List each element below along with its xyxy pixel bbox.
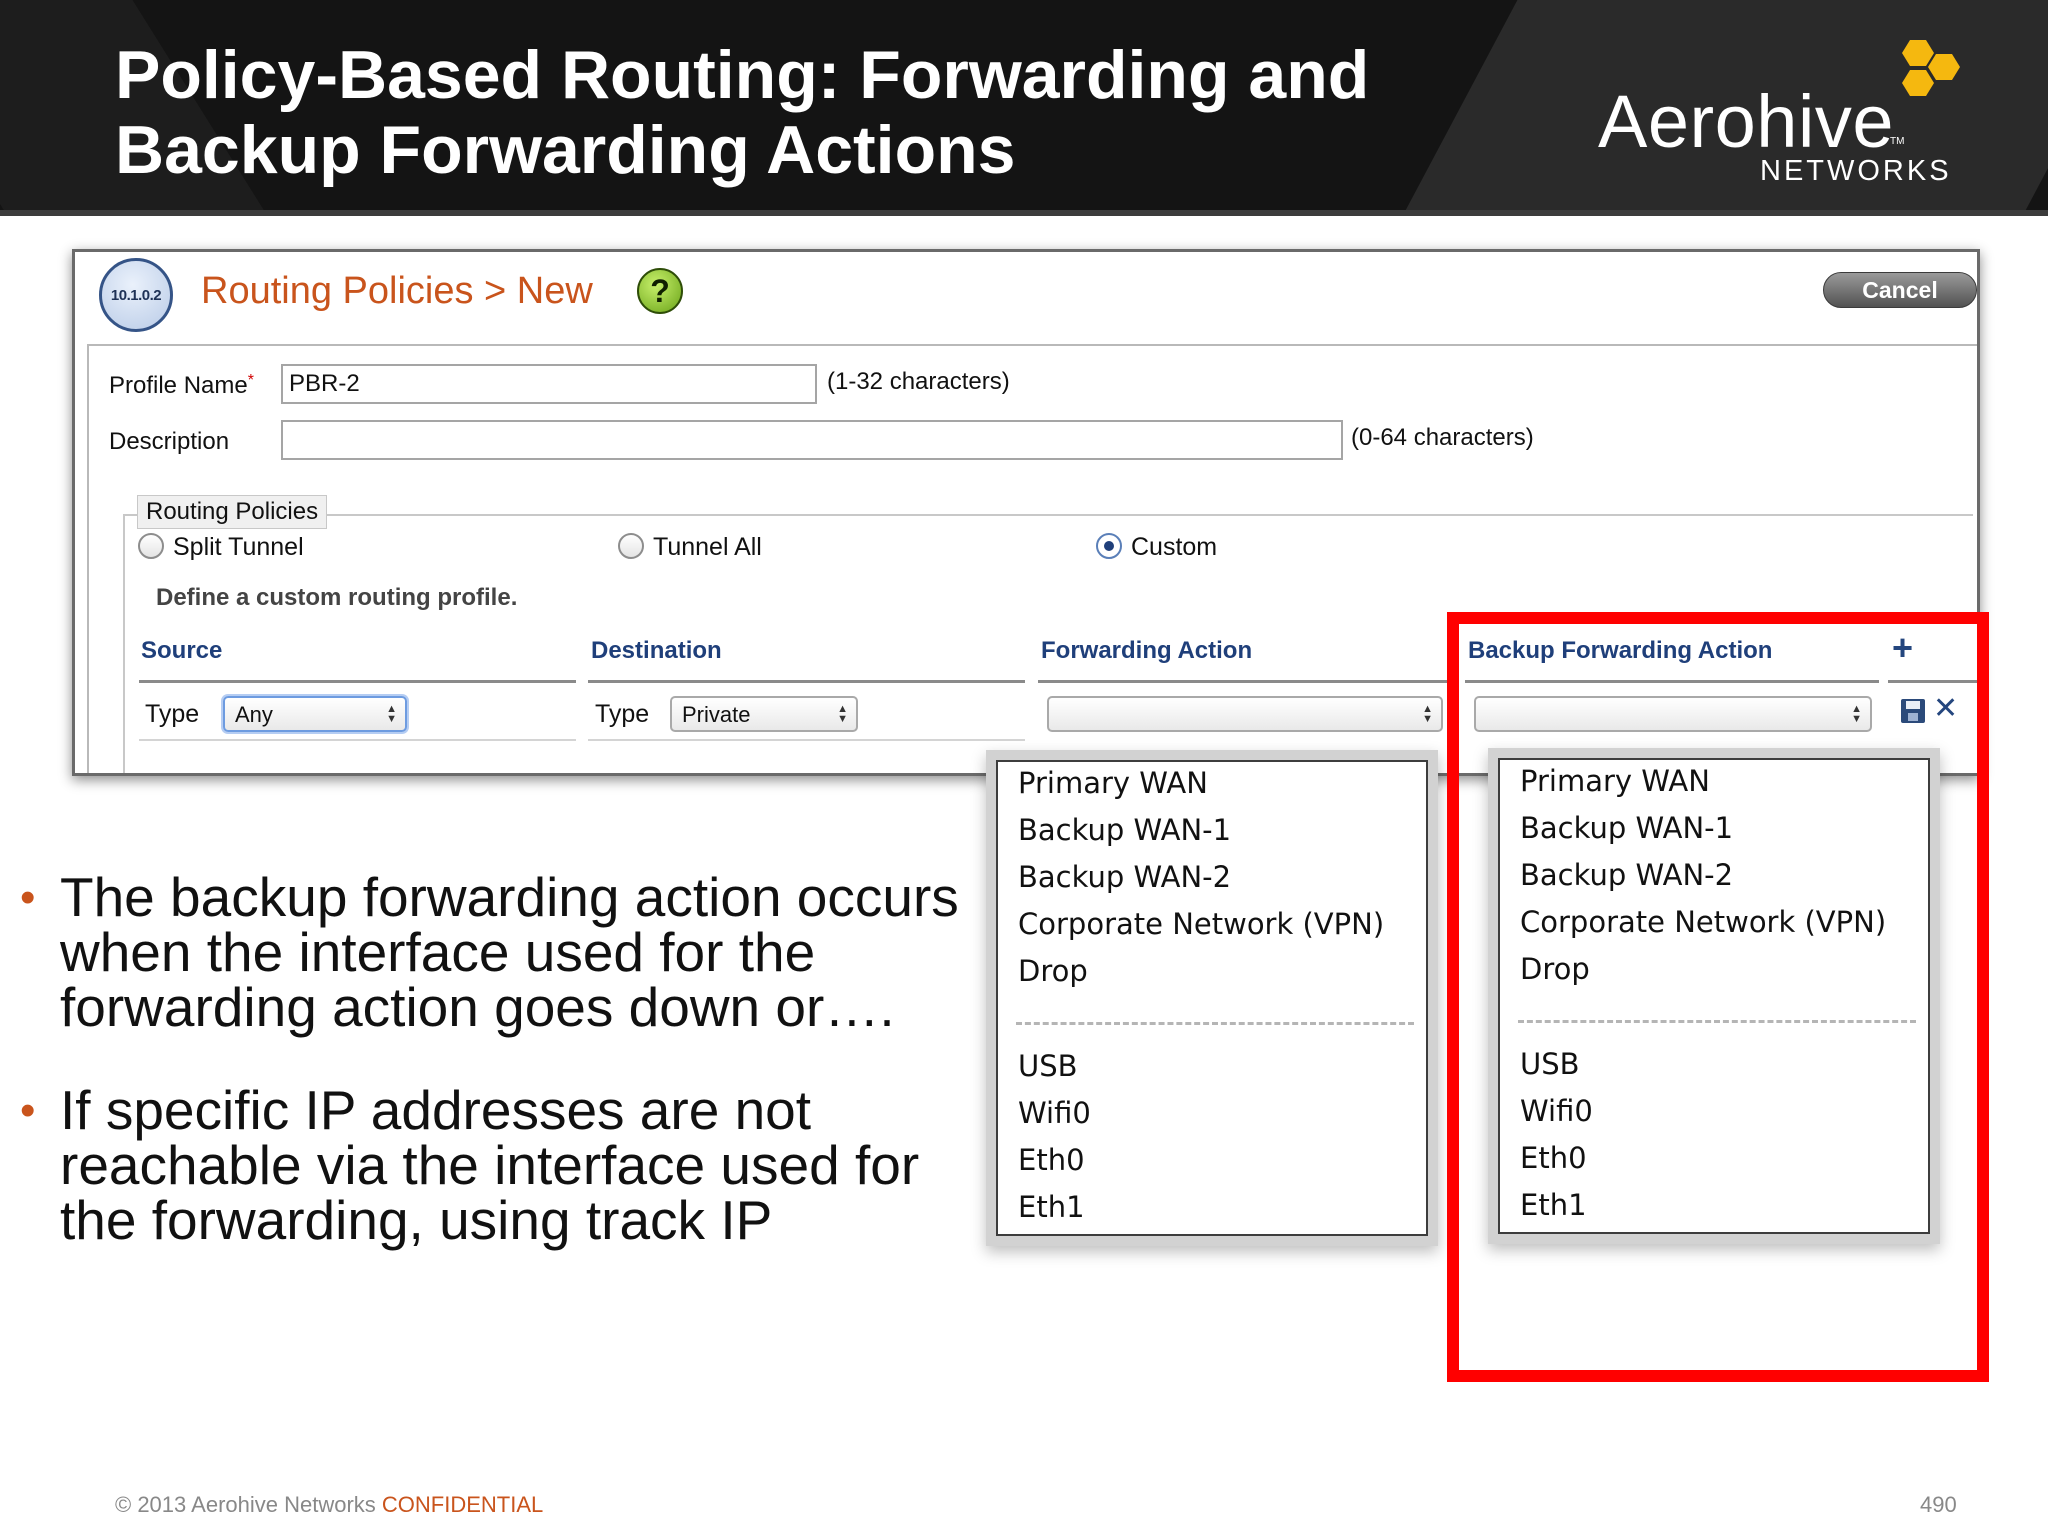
fieldset-border-left <box>123 514 125 773</box>
select-arrows-icon: ▲ ▼ <box>837 703 848 725</box>
page-number: 490 <box>1920 1492 1957 1517</box>
dropdown-separator <box>1016 1022 1414 1025</box>
required-marker: * <box>247 372 254 389</box>
fieldset-border-top <box>123 514 1973 516</box>
profile-name-input[interactable] <box>281 364 817 404</box>
dialog-title: Routing Policies > New <box>201 270 593 312</box>
column-header-forwarding-action: Forwarding Action <box>1041 637 1253 664</box>
row-divider-destination <box>588 739 1025 741</box>
bullet-item: • If specific IP addresses are not reacha… <box>20 1079 920 1251</box>
routing-policies-legend: Routing Policies <box>137 495 328 529</box>
honeycomb-logo-icon <box>1902 40 1960 96</box>
dropdown-option[interactable]: Backup WAN-1 <box>1018 813 1231 847</box>
source-type-label: Type <box>145 700 200 728</box>
description-hint: (0-64 characters) <box>1351 424 1534 451</box>
bullet-item: • The backup forwarding action occurs whe… <box>20 866 959 1038</box>
cancel-button[interactable]: Cancel <box>1823 272 1977 308</box>
column-header-destination: Destination <box>591 637 722 664</box>
column-header-source: Source <box>141 637 223 664</box>
radio-tunnel-all-label[interactable]: Tunnel All <box>653 533 762 562</box>
destination-type-select[interactable]: Private ▲ ▼ <box>670 696 858 732</box>
profile-name-hint: (1-32 characters) <box>827 368 1010 395</box>
header-bottom-edge <box>0 210 2048 216</box>
slide-header: Policy-Based Routing: Forwarding and Bac… <box>0 0 2048 216</box>
aerohive-logo: Aerohive TM NETWORKS <box>1598 40 1978 190</box>
bullet-dot-icon: • <box>20 1086 36 1135</box>
column-divider-forwarding <box>1038 680 1456 683</box>
backup-action-highlight-box <box>1447 612 1989 1382</box>
row-divider-source <box>139 739 576 741</box>
dropdown-option[interactable]: Eth0 <box>1018 1143 1085 1177</box>
dropdown-option[interactable]: Wifi0 <box>1018 1096 1091 1130</box>
slide-title: Policy-Based Routing: Forwarding and Bac… <box>115 38 1445 188</box>
profile-name-label: Profile Name* <box>109 372 254 399</box>
forwarding-action-dropdown[interactable]: Primary WAN Backup WAN-1 Backup WAN-2 Co… <box>996 760 1428 1236</box>
bullet-dot-icon: • <box>20 873 36 922</box>
copyright-text: © 2013 Aerohive Networks <box>115 1492 382 1517</box>
confidential-label: CONFIDENTIAL <box>381 1492 544 1517</box>
dropdown-option[interactable]: Backup WAN-2 <box>1018 860 1231 894</box>
custom-profile-hint: Define a custom routing profile. <box>156 584 518 611</box>
select-arrows-icon: ▲ ▼ <box>1422 703 1433 725</box>
radio-custom-label[interactable]: Custom <box>1131 533 1217 562</box>
dropdown-option[interactable]: USB <box>1018 1049 1078 1083</box>
source-type-select[interactable]: Any ▲ ▼ <box>223 696 407 732</box>
column-divider-source <box>139 680 576 683</box>
source-type-value: Any <box>235 702 273 727</box>
help-icon[interactable]: ? <box>637 268 683 314</box>
radio-custom[interactable] <box>1096 533 1122 559</box>
dropdown-option[interactable]: Corporate Network (VPN) <box>1018 907 1384 941</box>
slide-title-line-1: Policy-Based Routing: Forwarding and <box>115 37 1370 113</box>
radio-split-tunnel[interactable] <box>138 533 164 559</box>
destination-type-value: Private <box>682 702 751 727</box>
dropdown-option[interactable]: Primary WAN <box>1018 766 1208 800</box>
description-label: Description <box>109 428 230 455</box>
slide-title-line-2: Backup Forwarding Actions <box>115 112 1016 188</box>
radio-tunnel-all[interactable] <box>618 533 644 559</box>
description-input[interactable] <box>281 420 1343 460</box>
forwarding-action-select[interactable]: ▲ ▼ <box>1047 696 1443 732</box>
select-arrows-icon: ▲ ▼ <box>386 703 397 725</box>
ip-address-badge: 10.1.0.2 <box>99 258 173 332</box>
dropdown-option[interactable]: Eth1 <box>1018 1190 1085 1224</box>
footer-copyright: © 2013 Aerohive Networks CONFIDENTIAL <box>115 1492 543 1518</box>
dropdown-option[interactable]: Drop <box>1018 954 1088 988</box>
destination-type-label: Type <box>595 700 650 728</box>
logo-subtitle: NETWORKS <box>1760 155 1952 187</box>
logo-trademark: TM <box>1890 136 1905 147</box>
bullet-list: • The backup forwarding action occurs whe… <box>20 870 980 1296</box>
radio-split-tunnel-label[interactable]: Split Tunnel <box>173 533 304 562</box>
logo-wordmark: Aerohive <box>1598 80 1895 163</box>
column-divider-destination <box>588 680 1025 683</box>
